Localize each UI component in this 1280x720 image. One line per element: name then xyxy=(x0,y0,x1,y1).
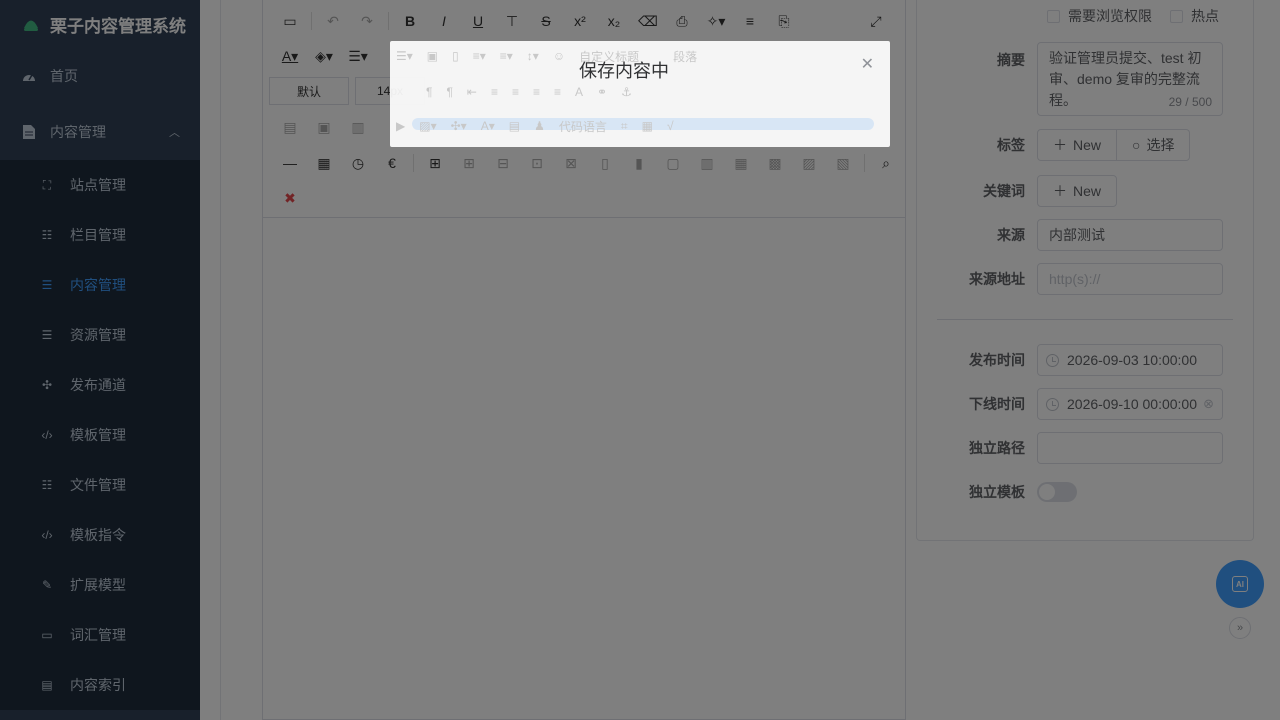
ghost-align-right-icon: ≡ xyxy=(533,85,541,99)
ghost-spacing-icon: ↕▾ xyxy=(526,49,539,63)
ghost-anchor-icon: ⚓ xyxy=(621,85,632,99)
ghost-font-icon: A▾ xyxy=(480,119,495,133)
ghost-emoji-icon: ☺ xyxy=(552,49,566,63)
ghost-doc-icon: ▯ xyxy=(452,49,459,63)
ghost-code-lang: 代码语言 xyxy=(558,119,607,134)
ghost-indent-icon: ≡▾ xyxy=(472,49,486,63)
ghost-align-icon: ≡▾ xyxy=(499,49,513,63)
ghost-align-left-icon: ≡ xyxy=(490,85,498,99)
ghost-person-icon: ♟ xyxy=(534,119,545,133)
ghost-outdent-icon: ⇤ xyxy=(466,85,477,99)
ghost-align-center-icon: ≡ xyxy=(511,85,519,99)
ghost-box-icon: ▣ xyxy=(426,49,439,63)
ghost-link-icon: ⚭ xyxy=(597,85,608,99)
ghost-toolbar-row: ▶ ▨▾ ✣▾ A▾ ▤ ♟ 代码语言 ⌗ ▦ √ xyxy=(390,111,890,141)
ghost-case-icon: A xyxy=(575,85,584,99)
ghost-list-icon: ☰▾ xyxy=(396,49,413,63)
ghost-paragraph-rtl-icon: ¶ xyxy=(446,85,453,99)
ghost-puzzle-icon: ✣▾ xyxy=(450,119,467,133)
dialog-title: 保存内容中 xyxy=(579,61,669,81)
ghost-paragraph: 段落 xyxy=(673,49,698,64)
ghost-grid-icon: ▦ xyxy=(641,119,653,133)
ghost-code-icon: ⌗ xyxy=(620,118,628,133)
ghost-video-icon: ▶ xyxy=(396,119,406,133)
ghost-image-icon: ▨▾ xyxy=(419,119,437,133)
ghost-paragraph-icon: ¶ xyxy=(426,85,433,99)
close-icon[interactable]: ✕ xyxy=(861,54,874,74)
ghost-template-icon: ▤ xyxy=(508,119,521,133)
ghost-formula-icon: √ xyxy=(666,119,674,133)
modal-overlay: ☰▾ ▣ ▯ ≡▾ ≡▾ ↕▾ ☺ 自定义标题 段落 ¶ ¶ ⇤ ≡ ≡ ≡ ≡… xyxy=(0,0,1280,720)
ghost-justify-icon: ≡ xyxy=(554,85,562,99)
saving-dialog: ☰▾ ▣ ▯ ≡▾ ≡▾ ↕▾ ☺ 自定义标题 段落 ¶ ¶ ⇤ ≡ ≡ ≡ ≡… xyxy=(390,41,890,147)
